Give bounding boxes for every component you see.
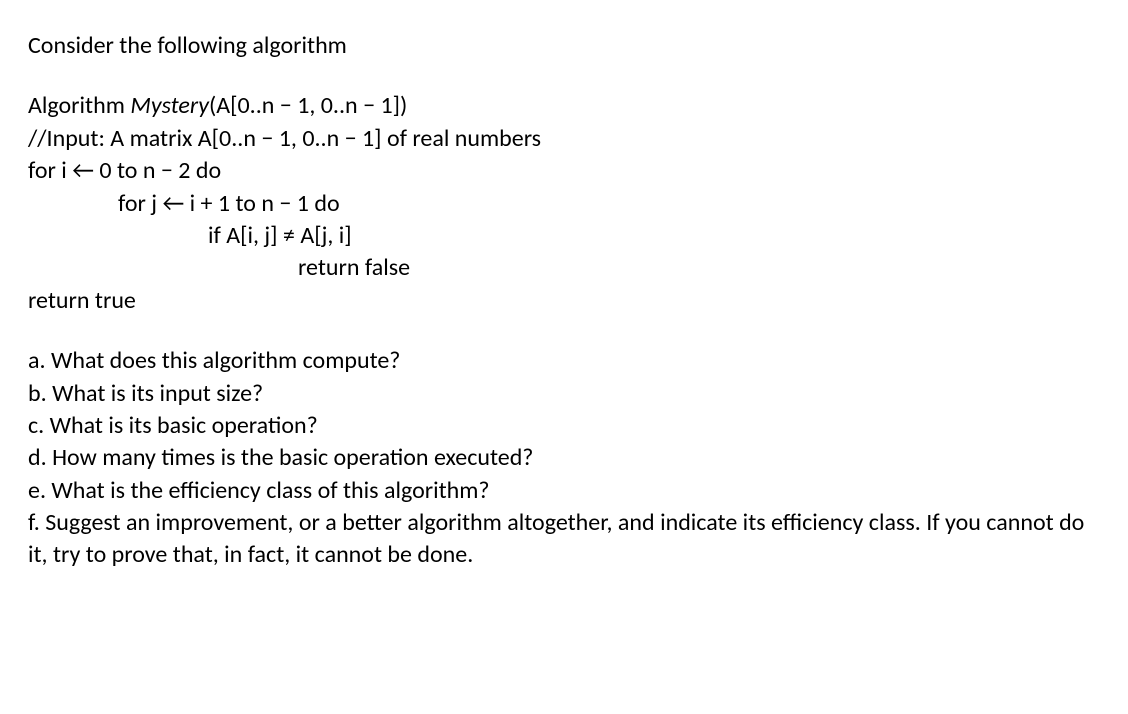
questions-section: a. What does this algorithm compute? b. … xyxy=(28,345,1100,572)
intro-text: Consider the following algorithm xyxy=(28,30,1100,62)
algo-line-return-true: return true xyxy=(28,285,1100,317)
question-e: e. What is the efficiency class of this … xyxy=(28,475,1100,507)
algo-header: Algorithm Mystery(A[0..n − 1, 0..n − 1]) xyxy=(28,90,1100,122)
algo-input-comment: //Input: A matrix A[0..n − 1, 0..n − 1] … xyxy=(28,123,1100,155)
question-c: c. What is its basic operation? xyxy=(28,410,1100,442)
algo-line-return-false: return false xyxy=(28,252,1100,284)
algo-line-for-i: for i ← 0 to n − 2 do xyxy=(28,155,1100,187)
algo-header-prefix: Algorithm xyxy=(28,91,130,120)
algo-header-suffix: (A[0..n − 1, 0..n − 1]) xyxy=(209,91,407,120)
question-b: b. What is its input size? xyxy=(28,378,1100,410)
question-d: d. How many times is the basic operation… xyxy=(28,442,1100,474)
algo-line-for-j: for j ← i + 1 to n − 1 do xyxy=(28,188,1100,220)
question-a: a. What does this algorithm compute? xyxy=(28,345,1100,377)
algo-line-if: if A[i, j] ≠ A[j, i] xyxy=(28,220,1100,252)
question-f: f. Suggest an improvement, or a better a… xyxy=(28,507,1100,572)
algo-name: Mystery xyxy=(130,91,209,120)
algorithm-block: Algorithm Mystery(A[0..n − 1, 0..n − 1])… xyxy=(28,90,1100,317)
intro-section: Consider the following algorithm xyxy=(28,30,1100,62)
